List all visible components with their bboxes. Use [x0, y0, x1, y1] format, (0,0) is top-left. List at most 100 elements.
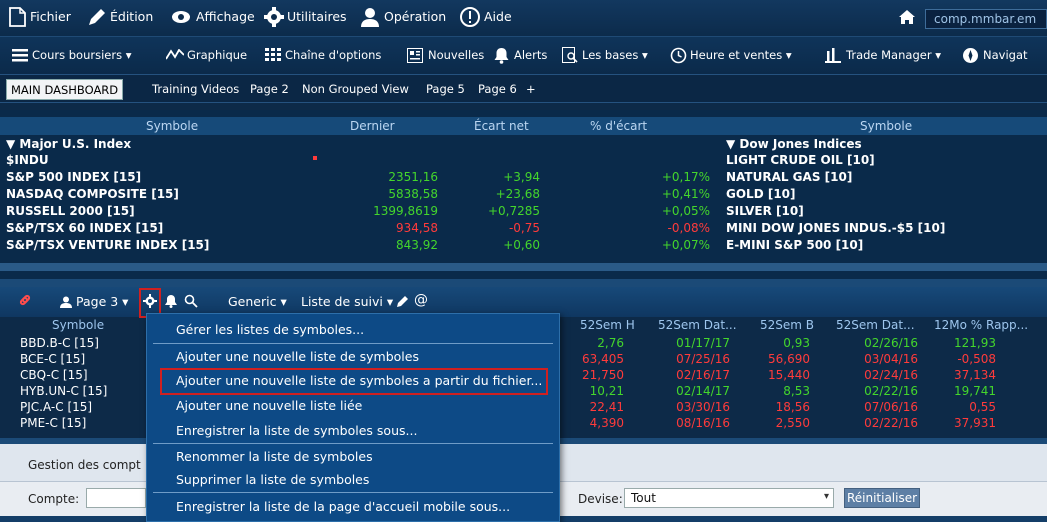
home-icon[interactable]: [898, 8, 916, 26]
menu-fichier[interactable]: Fichier: [30, 9, 71, 24]
wl-header-52sem-b[interactable]: 52Sem B: [760, 318, 814, 332]
menu-affichage[interactable]: Affichage: [196, 9, 255, 24]
generic-dropdown[interactable]: Generic ▾: [228, 294, 287, 309]
watchlist-symbol[interactable]: HYB.UN-C [15]: [20, 384, 107, 398]
menu-aide[interactable]: Aide: [484, 9, 512, 24]
tab-non-grouped-view[interactable]: Non Grouped View: [298, 79, 413, 100]
commodity-symbol[interactable]: SILVER [10]: [726, 204, 804, 218]
wl-header-52sem-date-b[interactable]: 52Sem Dat...: [836, 318, 915, 332]
chevron-down-icon: ▾: [823, 491, 829, 502]
search-input[interactable]: comp.mmbar.em: [925, 9, 1047, 29]
watchlist-symbol[interactable]: BCE-C [15]: [20, 352, 85, 366]
menu-item-rename-list[interactable]: Renommer la liste de symboles: [176, 449, 373, 464]
tab-page-5[interactable]: Page 5: [422, 79, 469, 100]
watchlist-hd: 01/17/17: [676, 336, 730, 350]
commodity-symbol[interactable]: GOLD [10]: [726, 187, 796, 201]
watchlist-symbol[interactable]: BBD.B-C [15]: [20, 336, 99, 350]
pencil-icon[interactable]: [86, 6, 108, 28]
info-icon[interactable]: [459, 6, 481, 28]
tab-add[interactable]: +: [522, 79, 540, 100]
horizontal-scrollbar[interactable]: [0, 263, 1047, 271]
menu-utilitaires[interactable]: Utilitaires: [287, 9, 347, 24]
tab-page-2[interactable]: Page 2: [246, 79, 293, 100]
toolbar-les-bases[interactable]: Les bases ▾: [582, 48, 648, 62]
toolbar: Cours boursiers ▾ Graphique Chaîne d'opt…: [0, 36, 1047, 74]
watchlist-symbol[interactable]: CBQ-C [15]: [20, 368, 88, 382]
toolbar-navigator[interactable]: Navigat: [983, 48, 1028, 62]
bell-icon: [494, 48, 509, 64]
tab-page-6[interactable]: Page 6: [474, 79, 521, 100]
toolbar-alerts[interactable]: Alerts: [514, 48, 547, 62]
watchlist-symbol[interactable]: PJC.A-C [15]: [20, 400, 92, 414]
devise-select[interactable]: Tout ▾: [624, 488, 834, 508]
index-symbol[interactable]: S&P 500 INDEX [15]: [6, 170, 141, 184]
splitter[interactable]: [0, 279, 1047, 287]
document-icon[interactable]: [6, 6, 28, 28]
commodity-symbol[interactable]: NATURAL GAS [10]: [726, 170, 852, 184]
wl-header-52sem-date-h[interactable]: 52Sem Dat...: [658, 318, 737, 332]
at-icon[interactable]: @: [414, 292, 428, 308]
commodity-symbol[interactable]: E-MINI S&P 500 [10]: [726, 238, 863, 252]
index-net: +23,68: [495, 187, 540, 201]
header-symbole-right[interactable]: Symbole: [860, 119, 912, 133]
header-pct-ecart[interactable]: % d'écart: [590, 119, 647, 133]
menu-operation[interactable]: Opération: [384, 9, 446, 24]
menu-item-add-list[interactable]: Ajouter une nouvelle liste de symboles: [176, 349, 419, 364]
toolbar-graphique[interactable]: Graphique: [187, 48, 247, 62]
header-ecart-net[interactable]: Écart net: [474, 119, 529, 133]
index-last: 1399,8619: [373, 204, 438, 218]
wl-header-52sem-h[interactable]: 52Sem H: [580, 318, 635, 332]
gear-icon[interactable]: [263, 6, 285, 28]
toolbar-trade-manager[interactable]: Trade Manager ▾: [846, 48, 941, 62]
watchlist-b: 0,93: [783, 336, 810, 350]
index-net: +3,94: [503, 170, 540, 184]
pencil-icon[interactable]: [396, 295, 409, 308]
index-last: 5838,58: [388, 187, 438, 201]
index-symbol[interactable]: $INDU: [6, 153, 49, 167]
toolbar-nouvelles[interactable]: Nouvelles: [428, 48, 484, 62]
tab-training-videos[interactable]: Training Videos: [148, 79, 243, 100]
highlight-menu-item: [160, 368, 548, 395]
compte-select[interactable]: [86, 488, 146, 508]
toolbar-heure-ventes[interactable]: Heure et ventes ▾: [690, 48, 792, 62]
watchlist-h: 10,21: [589, 384, 624, 398]
page-tabs: MAIN DASHBOARD Training Videos Page 2 No…: [0, 74, 1047, 103]
wl-header-symbole[interactable]: Symbole: [52, 318, 104, 332]
wl-header-12mo[interactable]: 12Mo % Rapp...: [934, 318, 1028, 332]
link-icon[interactable]: [18, 293, 32, 307]
index-symbol[interactable]: NASDAQ COMPOSITE [15]: [6, 187, 179, 201]
commodity-symbol[interactable]: LIGHT CRUDE OIL [10]: [726, 153, 875, 167]
gear-icon[interactable]: [143, 294, 157, 308]
menu-item-add-linked-list[interactable]: Ajouter une nouvelle liste liée: [176, 398, 362, 413]
user-icon[interactable]: [359, 6, 381, 28]
index-symbol[interactable]: RUSSELL 2000 [15]: [6, 204, 135, 218]
watchlist-dropdown[interactable]: Liste de suivi ▾: [301, 294, 393, 309]
toolbar-cours-boursiers[interactable]: Cours boursiers ▾: [32, 48, 132, 62]
menu-item-save-mobile-list[interactable]: Enregistrer la liste de la page d'accuei…: [176, 499, 510, 514]
menu-edition[interactable]: Édition: [110, 9, 153, 24]
header-dernier[interactable]: Dernier: [350, 119, 395, 133]
tab-main-dashboard[interactable]: MAIN DASHBOARD: [6, 79, 124, 100]
index-pct: +0,07%: [661, 238, 710, 252]
menu-item-manage-lists[interactable]: Gérer les listes de symboles...: [176, 322, 364, 337]
group-major-us-index[interactable]: ▼ Major U.S. Index: [6, 137, 131, 151]
index-symbol[interactable]: S&P/TSX 60 INDEX [15]: [6, 221, 163, 235]
magnifier-icon[interactable]: [184, 294, 198, 308]
reset-button[interactable]: Réinitialiser: [844, 488, 920, 508]
index-net: +0,7285: [487, 204, 540, 218]
watchlist-h: 2,76: [597, 336, 624, 350]
menu-item-delete-list[interactable]: Supprimer la liste de symboles: [176, 472, 369, 487]
menu-item-save-list-as[interactable]: Enregistrer la liste de symboles sous...: [176, 423, 417, 438]
watchlist-h: 22,41: [589, 400, 624, 414]
commodity-symbol[interactable]: MINI DOW JONES INDUS.-$5 [10]: [726, 221, 945, 235]
watchlist-symbol[interactable]: PME-C [15]: [20, 416, 86, 430]
index-pct: +0,17%: [661, 170, 710, 184]
group-dow-jones[interactable]: ▼ Dow Jones Indices: [726, 137, 862, 151]
list-icon: [12, 49, 28, 62]
eye-icon[interactable]: [170, 6, 192, 28]
header-symbole[interactable]: Symbole: [146, 119, 198, 133]
index-symbol[interactable]: S&P/TSX VENTURE INDEX [15]: [6, 238, 209, 252]
bell-icon[interactable]: [164, 294, 178, 308]
page-selector[interactable]: Page 3 ▾: [76, 294, 128, 309]
toolbar-chaine-options[interactable]: Chaîne d'options: [285, 48, 381, 62]
